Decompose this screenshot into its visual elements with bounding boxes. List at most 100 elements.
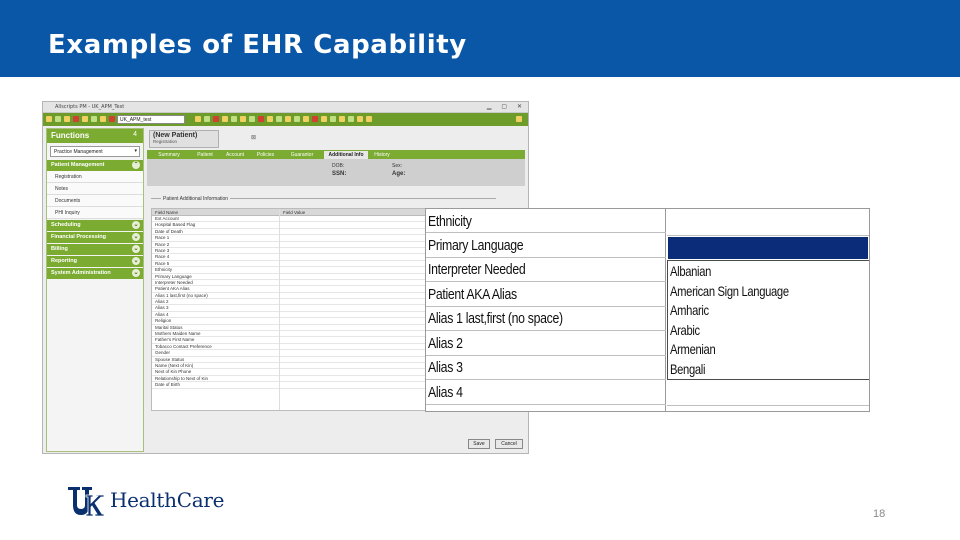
close-tab-icon[interactable]: ⊠ — [251, 134, 256, 141]
toolbar-icon[interactable] — [285, 116, 291, 122]
collapse-icon[interactable]: ⌃ — [132, 161, 140, 169]
module-item[interactable]: PHI Inquiry — [47, 207, 143, 219]
toolbar-icon[interactable] — [240, 116, 246, 122]
language-dropdown-list: Albanian American Sign Language Amharic Ara… — [667, 260, 869, 380]
toolbar-icon[interactable] — [213, 116, 219, 122]
expand-icon[interactable]: ⌄ — [132, 245, 140, 253]
form-tab[interactable]: Account — [221, 151, 249, 159]
module-header[interactable]: Billing ⌄ — [47, 244, 143, 255]
toolbar-icon[interactable] — [91, 116, 97, 122]
toolbar-icon[interactable] — [109, 116, 115, 122]
zoomed-field-label: Alias 4 — [428, 383, 463, 401]
expand-icon[interactable]: ⌄ — [132, 221, 140, 229]
zoomed-field-row: Alias 4 — [426, 381, 666, 405]
zoomed-field-row: Alias 2 — [426, 332, 666, 356]
patient-info-label: Sex: — [392, 163, 403, 169]
module-label: Scheduling — [51, 222, 81, 228]
toolbar-icon[interactable] — [330, 116, 336, 122]
zoomed-row-divider — [667, 405, 869, 406]
dropdown-option[interactable]: Arabic — [670, 322, 700, 338]
page-number: 18 — [873, 508, 886, 520]
toolbar-icon[interactable] — [82, 116, 88, 122]
toolbar-icon[interactable] — [195, 116, 201, 122]
new-patient-tab-subtitle: Registration — [153, 139, 178, 144]
zoomed-value-cell[interactable] — [667, 209, 869, 236]
form-tab[interactable]: History — [370, 151, 394, 159]
patient-info-value: Age: — [392, 171, 406, 177]
dropdown-option[interactable]: Amharic — [670, 302, 709, 318]
record-tab-strip: (New Patient) Registration ⊠ — [147, 128, 527, 148]
toolbar-icon[interactable] — [267, 116, 273, 122]
toolbar-icon[interactable] — [46, 116, 52, 122]
functions-heading: Functions 4 — [47, 129, 143, 143]
toolbar-icon[interactable] — [303, 116, 309, 122]
cancel-button[interactable]: Cancel — [495, 439, 523, 449]
module-header[interactable]: Reporting ⌄ — [47, 256, 143, 267]
module-item[interactable]: Notes — [47, 183, 143, 195]
expand-icon[interactable]: ⌄ — [132, 269, 140, 277]
groupbox-label: Patient Additional Information — [161, 196, 231, 202]
toolbar-icon[interactable] — [222, 116, 228, 122]
toolbar-icon[interactable] — [231, 116, 237, 122]
ehr-title-bar: Allscripts PM - UK_APM_Test ▁ ▢ ✕ — [43, 102, 528, 113]
organization-select[interactable]: UK_APM_test — [117, 115, 185, 124]
module-item[interactable]: Registration — [47, 171, 143, 183]
toolbar-icon[interactable] — [357, 116, 363, 122]
toolbar-icon[interactable] — [258, 116, 264, 122]
toolbar-icon[interactable] — [64, 116, 70, 122]
patient-info-value: SSN: — [332, 171, 347, 177]
ehr-toolbar: UK_APM_test — [43, 113, 528, 140]
dropdown-option[interactable]: Bengali — [670, 361, 705, 377]
ehr-window-title: Allscripts PM - UK_APM_Test — [55, 104, 125, 110]
dropdown-option[interactable]: Armenian — [670, 341, 716, 357]
form-tab[interactable]: Guarantor — [282, 151, 322, 159]
form-tab[interactable]: Policies — [251, 151, 280, 159]
zoomed-field-list: Ethnicity Primary Language Interpreter Nee… — [426, 209, 666, 411]
toolbar-icon[interactable] — [294, 116, 300, 122]
dropdown-option[interactable]: American Sign Language — [670, 283, 789, 299]
toolbar-icon[interactable] — [73, 116, 79, 122]
form-tab[interactable]: Patient — [191, 151, 219, 159]
toolbar-icon[interactable] — [348, 116, 354, 122]
toolbar-icon[interactable] — [312, 116, 318, 122]
module-header[interactable]: System Administration ⌄ — [47, 268, 143, 279]
new-patient-tab[interactable]: (New Patient) Registration — [149, 130, 219, 148]
save-button[interactable]: Save — [468, 439, 490, 449]
zoomed-field-label: Alias 1 last,first (no space) — [428, 310, 563, 327]
zoomed-field-label: Interpreter Needed — [428, 261, 526, 278]
window-controls-icon[interactable]: ▁ ▢ ✕ — [487, 103, 526, 110]
form-tab[interactable]: Summary — [149, 151, 189, 159]
expand-icon[interactable]: ⌄ — [132, 257, 140, 265]
language-select-highlight[interactable] — [668, 237, 868, 259]
toolbar-icon[interactable] — [55, 116, 61, 122]
toolbar-icon[interactable] — [276, 116, 282, 122]
functions-count[interactable]: 4 — [133, 131, 137, 138]
grid-column-divider — [279, 209, 280, 410]
expand-icon[interactable]: ⌄ — [132, 233, 140, 241]
module-header[interactable]: Patient Management ⌃ — [47, 160, 143, 171]
form-tab[interactable]: Additional Info — [324, 151, 368, 159]
module-item[interactable]: Documents — [47, 195, 143, 207]
zoomed-field-label: Ethnicity — [428, 213, 472, 230]
grid-column-header[interactable]: Field Value — [283, 210, 305, 215]
toolbar-icon[interactable] — [100, 116, 106, 122]
zoomed-field-label: Primary Language — [428, 236, 524, 254]
toolbar-icon[interactable] — [321, 116, 327, 122]
slide: Examples of EHR Capability Allscripts PM… — [0, 0, 960, 540]
slide-header: Examples of EHR Capability — [0, 0, 960, 77]
grid-column-header[interactable]: Field Name — [155, 210, 178, 215]
toolbar-icon[interactable] — [204, 116, 210, 122]
zoomed-field-label: Alias 3 — [428, 359, 463, 376]
module-header[interactable]: Financial Processing ⌄ — [47, 232, 143, 243]
dropdown-option[interactable]: Albanian — [670, 263, 711, 279]
module-header[interactable]: Scheduling ⌄ — [47, 220, 143, 231]
toolbar-icon[interactable] — [249, 116, 255, 122]
toolbar-icon[interactable] — [516, 116, 523, 122]
practice-management-select[interactable]: Practice Management ▾ — [50, 146, 140, 157]
module-label: Reporting — [51, 258, 77, 264]
toolbar-icon[interactable] — [366, 116, 372, 122]
functions-panel: Functions 4 Practice Management ▾ Patien… — [46, 128, 144, 452]
toolbar-icon[interactable] — [339, 116, 345, 122]
toolbar-icon-group — [193, 113, 523, 140]
new-patient-tab-title: (New Patient) — [153, 132, 198, 139]
